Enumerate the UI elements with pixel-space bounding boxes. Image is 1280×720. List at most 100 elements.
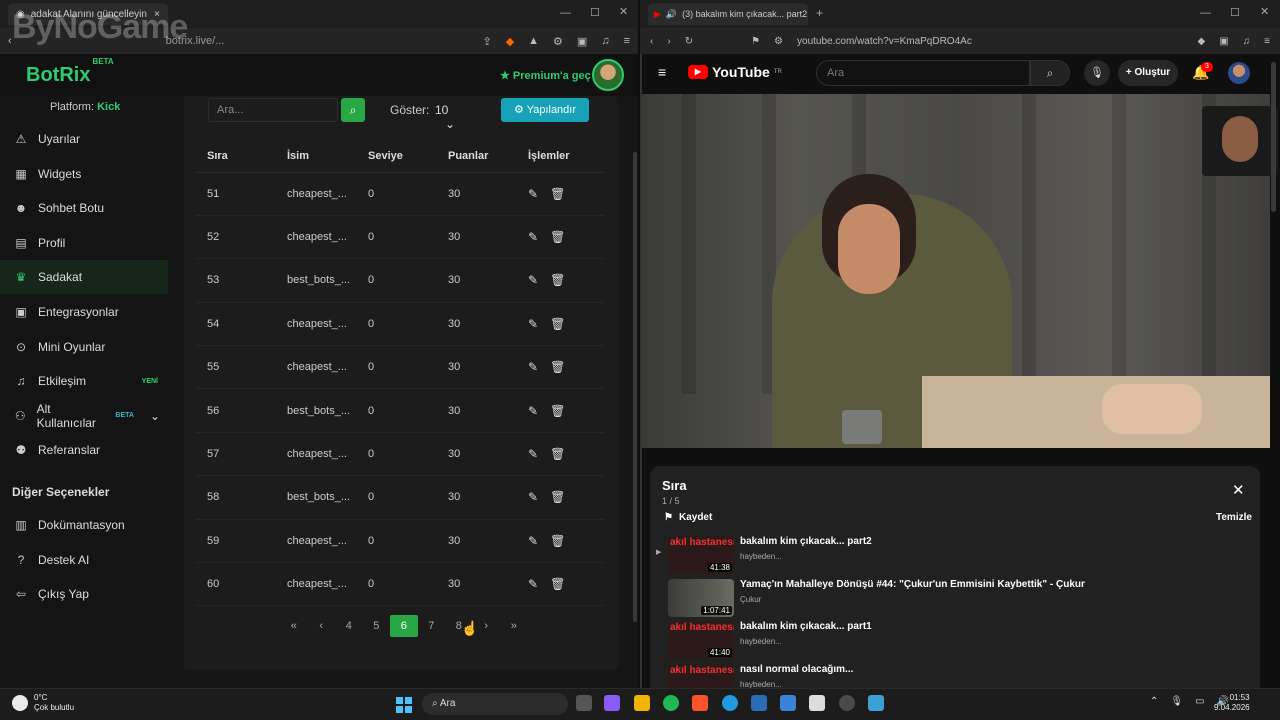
youtube-search-input[interactable]: Ara [816,60,1030,86]
hamburger-icon[interactable]: ≡ [658,64,666,80]
sidebar-item[interactable]: ▥ Dokümantasyon [0,508,168,542]
bookmark-icon[interactable]: ⚑ [751,36,760,47]
minimize-icon[interactable]: — [560,7,571,19]
maximize-icon[interactable]: ☐ [590,6,600,19]
copilot-icon[interactable] [604,695,620,711]
extensions-icon[interactable]: ▲ [528,35,539,47]
window-close-icon[interactable]: ✕ [619,5,628,18]
queue-item[interactable]: 1:07:41 Yamaç'ın Mahalleye Dönüşü #44: "Ç… [656,578,1256,621]
file-explorer-icon[interactable] [634,695,650,711]
edit-icon[interactable]: ✎ [528,187,538,201]
edit-icon[interactable]: ✎ [528,273,538,287]
site-info-icon[interactable]: ⚙ [774,36,783,47]
queue-video-title[interactable]: bakalım kim çıkacak... part2 [740,536,872,547]
search-button[interactable]: ⌕ [341,98,365,122]
page-size-select[interactable]: 10 ⌄ [431,98,475,131]
sidebar-item[interactable]: ▤ Profil [0,226,168,260]
page-button[interactable]: 7 [418,615,446,637]
sidebar-item[interactable]: ⊙ Mini Oyunlar [0,330,168,364]
prev-page-button[interactable]: ‹ [308,615,336,637]
sidebar-item[interactable]: ☻ Sohbet Botu [0,191,168,225]
brave-shield-icon[interactable]: ◆ [1198,36,1206,47]
sidebar-toggle-icon[interactable]: ▣ [577,35,587,48]
weather-widget[interactable]: 0°C Çok bulutlu [12,693,74,713]
trash-icon[interactable]: 🗑 [550,404,565,418]
spotify-icon[interactable] [663,695,679,711]
close-icon[interactable]: ✕ [1232,481,1245,499]
premium-button[interactable]: ★ Premium'a geç [500,69,591,82]
queue-thumbnail[interactable]: 1:07:41 [668,578,734,617]
youtube-avatar[interactable] [1228,62,1250,84]
brave-icon[interactable] [692,695,708,711]
clear-queue-button[interactable]: Temizle [1216,512,1252,523]
queue-video-title[interactable]: nasıl normal olacağım... [740,664,853,675]
last-page-button[interactable]: » [500,615,528,637]
queue-video-title[interactable]: Yamaç'ın Mahalleye Dönüşü #44: "Çukur'un… [740,579,1085,590]
edit-icon[interactable]: ✎ [528,317,538,331]
reload-icon[interactable]: ↻ [685,36,693,47]
left-scrollbar[interactable] [632,96,638,688]
back-icon[interactable]: ‹ [650,36,653,47]
queue-video-title[interactable]: bakalım kim çıkacak... part1 [740,621,872,632]
queue-thumbnail[interactable]: akıl hastanesi 41:40 [668,621,734,659]
queue-thumbnail[interactable]: akıl hastanesi 41:38 [668,536,734,574]
edit-icon[interactable]: ✎ [528,447,538,461]
windows-start-icon[interactable] [396,697,412,713]
sidebar-item[interactable]: ⚉ Referanslar [0,433,168,467]
botrix-logo[interactable]: BotRixBETA [26,57,114,87]
task-view-icon[interactable] [576,695,592,711]
configure-button[interactable]: ⚙ Yapılandır [501,98,589,122]
queue-channel[interactable]: Çukur [740,595,761,604]
youtube-tab[interactable]: ▶ 🔊 (3) bakalım kim çıkacak... part2 × [648,3,808,25]
edge-icon[interactable] [722,695,738,711]
trash-icon[interactable]: 🗑 [550,273,565,287]
edit-icon[interactable]: ✎ [528,404,538,418]
save-queue-button[interactable]: ⚑ Kaydet [664,512,712,523]
sidebar-item[interactable]: ▦ Widgets [0,157,168,191]
trash-icon[interactable]: 🗑 [550,577,565,591]
extensions-icon[interactable]: ▣ [1219,36,1228,47]
app-icon[interactable] [809,695,825,711]
clock[interactable]: 01:53 9.04.2026 [1214,693,1250,713]
sidebar-item[interactable]: ⇦ Çıkış Yap [0,577,168,611]
menu-icon[interactable]: ≡ [1264,36,1270,47]
taskbar-search[interactable]: ⌕ Ara [422,693,568,715]
youtube-logo[interactable]: ▶ YouTube TR [688,64,782,80]
trash-icon[interactable]: 🗑 [550,360,565,374]
obs-icon[interactable] [839,695,855,711]
share-icon[interactable]: ⇪ [482,35,491,48]
edit-icon[interactable]: ✎ [528,577,538,591]
microphone-icon[interactable]: 🎙 [1084,60,1110,86]
queue-item[interactable]: akıl hastanesi 41:40 bakalım kim çıkacak..… [656,621,1256,663]
create-button[interactable]: + Oluştur [1118,60,1178,86]
first-page-button[interactable]: « [280,615,308,637]
edit-icon[interactable]: ✎ [528,360,538,374]
page-button[interactable]: 5 [363,615,391,637]
snipping-tool-icon[interactable] [868,695,884,711]
sidebar-item[interactable]: ♫ Etkileşim YENİ [0,364,168,398]
page-button[interactable]: 6 [390,615,418,637]
page-button[interactable]: 4 [335,615,363,637]
queue-channel[interactable]: haybeden... [740,637,782,646]
search-input[interactable]: Ara... [208,98,338,122]
trash-icon[interactable]: 🗑 [550,317,565,331]
right-address-bar[interactable]: ‹ › ↻ ⚑ ⚙ youtube.com/watch?v=KmaPqDRO4A… [640,28,1280,54]
outlook-icon[interactable] [780,695,796,711]
window-close-icon[interactable]: ✕ [1260,5,1269,18]
forward-icon[interactable]: › [667,36,670,47]
right-scrollbar[interactable] [1270,60,1278,688]
brave-shield-icon[interactable]: ◆ [506,35,514,48]
music-control-icon[interactable]: ♫ [601,35,609,47]
edit-icon[interactable]: ✎ [528,534,538,548]
sidebar-item[interactable]: ▣ Entegrasyonlar [0,295,168,329]
sidebar-item[interactable]: ♛ Sadakat [0,260,168,295]
minimize-icon[interactable]: — [1200,7,1211,19]
puzzle-icon[interactable]: ⚙ [553,35,563,48]
sidebar-item[interactable]: ⚠ Uyarılar [0,122,168,156]
edit-icon[interactable]: ✎ [528,230,538,244]
sidebar-item[interactable]: ? Destek AI [0,543,168,577]
video-player[interactable] [642,94,1270,448]
store-icon[interactable] [751,695,767,711]
sidebar-item[interactable]: ⚇ Alt Kullanıcılar BETA ⌄ [0,399,168,433]
youtube-search-button[interactable]: ⌕ [1030,60,1070,86]
